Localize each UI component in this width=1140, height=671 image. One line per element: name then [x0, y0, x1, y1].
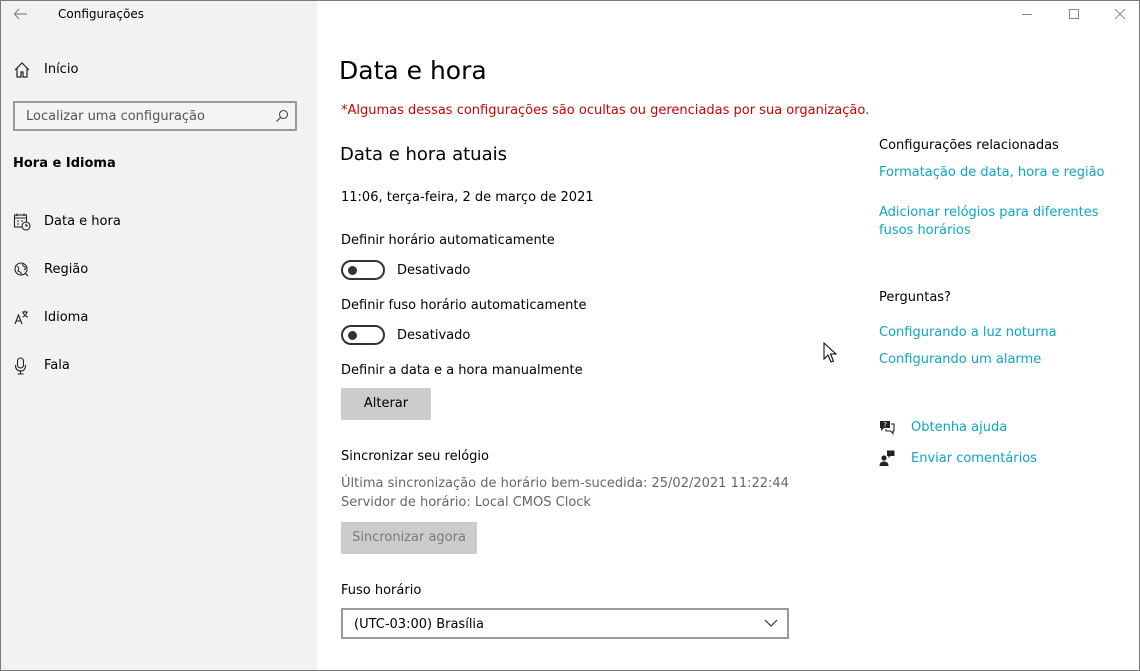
sidebar-item-label: Idioma: [44, 310, 89, 325]
minimize-icon[interactable]: [1019, 6, 1035, 22]
auto-timezone-state: Desativado: [397, 328, 471, 343]
toggle-knob: [348, 266, 357, 275]
globe-icon: [14, 262, 29, 277]
sync-now-button[interactable]: Sincronizar agora: [341, 522, 477, 554]
svg-text:?: ?: [883, 421, 887, 429]
sidebar-item-label: Região: [44, 262, 89, 277]
back-button[interactable]: [12, 5, 32, 25]
related-settings-heading: Configurações relacionadas: [879, 138, 1059, 153]
last-sync-text: Última sincronização de horário bem-suce…: [341, 476, 789, 491]
auto-timezone-toggle[interactable]: [341, 325, 385, 345]
questions-heading: Perguntas?: [879, 290, 951, 305]
microphone-icon: [14, 357, 27, 375]
sidebar-item-regiao[interactable]: Região: [1, 251, 317, 291]
timezone-value: (UTC-03:00) Brasília: [354, 617, 485, 632]
sidebar: Configurações Início Hora e Idioma Data …: [1, 1, 317, 670]
auto-time-toggle[interactable]: [341, 260, 385, 280]
sidebar-item-label: Data e hora: [44, 214, 121, 229]
time-server-text: Servidor de horário: Local CMOS Clock: [341, 495, 591, 510]
section-title: Hora e Idioma: [13, 156, 116, 171]
calendar-clock-icon: [13, 213, 31, 231]
settings-window: Configurações Início Hora e Idioma Data …: [0, 0, 1140, 671]
current-datetime-heading: Data e hora atuais: [340, 144, 507, 165]
help-chat-icon: ?: [880, 421, 895, 435]
mouse-cursor-icon: [823, 342, 837, 363]
search-icon[interactable]: [275, 109, 289, 123]
close-icon[interactable]: [1112, 6, 1128, 22]
link-get-help[interactable]: Obtenha ajuda: [911, 419, 1007, 437]
search-box[interactable]: [13, 101, 297, 131]
back-arrow-icon: [13, 8, 27, 20]
sidebar-item-label: Início: [44, 62, 79, 77]
policy-warning: *Algumas dessas configurações são oculta…: [341, 103, 870, 118]
link-date-time-region-format[interactable]: Formatação de data, hora e região: [879, 164, 1105, 182]
auto-time-label: Definir horário automaticamente: [341, 233, 555, 248]
home-icon: [14, 62, 30, 78]
app-title: Configurações: [58, 7, 144, 21]
link-alarm[interactable]: Configurando um alarme: [879, 351, 1041, 369]
timezone-select[interactable]: (UTC-03:00) Brasília: [341, 608, 789, 639]
sync-heading: Sincronizar seu relógio: [341, 449, 489, 464]
chevron-down-icon: [764, 619, 778, 627]
sidebar-item-idioma[interactable]: Idioma: [1, 299, 317, 339]
change-datetime-button[interactable]: Alterar: [341, 388, 431, 420]
feedback-icon: [879, 450, 895, 466]
auto-time-state: Desativado: [397, 263, 471, 278]
toggle-knob: [348, 331, 357, 340]
sidebar-item-data-e-hora[interactable]: Data e hora: [1, 203, 317, 243]
maximize-icon[interactable]: [1066, 6, 1082, 22]
auto-timezone-label: Definir fuso horário automaticamente: [341, 298, 587, 313]
link-send-feedback[interactable]: Enviar comentários: [911, 450, 1037, 468]
language-icon: [14, 310, 29, 325]
link-add-clocks[interactable]: Adicionar relógios para diferentes fusos…: [879, 204, 1119, 240]
current-datetime: 11:06, terça-feira, 2 de março de 2021: [341, 190, 594, 205]
page-title: Data e hora: [339, 56, 487, 85]
search-input[interactable]: [24, 108, 268, 125]
link-night-light[interactable]: Configurando a luz noturna: [879, 324, 1057, 342]
sidebar-item-fala[interactable]: Fala: [1, 347, 317, 387]
timezone-label: Fuso horário: [341, 583, 422, 598]
manual-datetime-label: Definir a data e a hora manualmente: [341, 363, 583, 378]
sidebar-item-label: Fala: [44, 358, 70, 373]
sidebar-item-home[interactable]: Início: [1, 51, 317, 91]
